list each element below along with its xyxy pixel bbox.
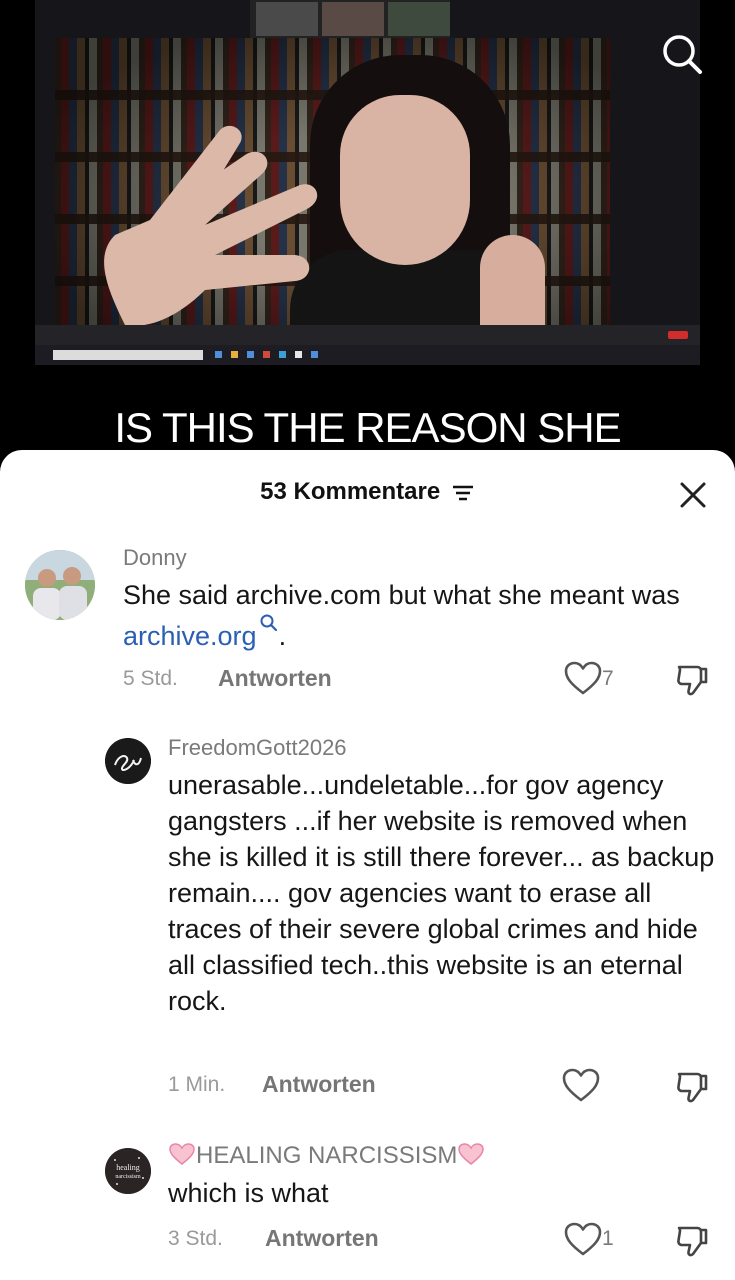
video-call-toolbar [35, 325, 700, 345]
like-count: 7 [602, 667, 614, 690]
close-icon [680, 482, 706, 508]
reply-button[interactable]: Antworten [262, 1071, 376, 1098]
comment-username[interactable]: FreedomGott2026 [168, 735, 347, 761]
avatar[interactable] [25, 550, 95, 620]
video-call-thumbnails [250, 0, 450, 38]
search-button[interactable] [658, 30, 706, 78]
avatar[interactable]: healing narcissism [105, 1148, 151, 1194]
comment-link[interactable]: archive.org [123, 614, 279, 651]
svg-text:healing: healing [116, 1163, 140, 1172]
reply-button[interactable]: Antworten [265, 1225, 379, 1252]
comments-header: 53 Kommentare [0, 450, 735, 538]
comments-count: 53 Kommentare [260, 478, 441, 505]
comment-username[interactable]: HEALING NARCISSISM [168, 1142, 485, 1170]
dislike-icon[interactable] [674, 1068, 710, 1104]
search-icon [663, 35, 702, 74]
pink-heart-icon [458, 1143, 485, 1165]
comment-text: unerasable...undeletable...for gov agenc… [168, 770, 715, 1016]
desktop-taskbar [35, 345, 700, 365]
filter-icon[interactable] [451, 483, 475, 503]
comment-timestamp: 3 Std. [168, 1227, 223, 1250]
heart-icon[interactable] [561, 1067, 601, 1103]
comment-reply-item: FreedomGott2026 unerasable...undeletable… [0, 730, 735, 1110]
dislike-icon[interactable] [674, 1222, 710, 1258]
svg-text:narcissism: narcissism [115, 1174, 141, 1180]
like-count: 1 [602, 1227, 614, 1250]
pink-heart-icon [169, 1143, 195, 1165]
comments-count-filter[interactable]: 53 Kommentare [0, 478, 735, 506]
comment-text: She said archive.com but what she meant … [123, 580, 680, 651]
video-caption: IS THIS THE REASON SHE [114, 404, 621, 451]
comment-username[interactable]: Donny [123, 545, 187, 571]
comment-text: which is what [168, 1178, 329, 1208]
heart-icon[interactable] [563, 1221, 603, 1257]
video-player[interactable]: IS THIS THE REASON SHE [0, 0, 735, 470]
hand-gesture [104, 125, 318, 326]
comment-timestamp: 5 Std. [123, 667, 178, 690]
heart-icon[interactable] [563, 660, 603, 696]
dislike-icon[interactable] [674, 661, 710, 697]
comments-sheet: 53 Kommentare Donny She said archive.com… [0, 450, 735, 1280]
comment-timestamp: 1 Min. [168, 1073, 226, 1096]
avatar[interactable] [105, 738, 151, 784]
comment-item: Donny She said archive.com but what she … [0, 540, 735, 696]
search-icon [260, 614, 277, 632]
close-button[interactable] [676, 478, 710, 512]
comment-reply-item: healing narcissism HEALING NARCISSISM wh… [0, 1138, 735, 1268]
reply-button[interactable]: Antworten [218, 665, 332, 692]
